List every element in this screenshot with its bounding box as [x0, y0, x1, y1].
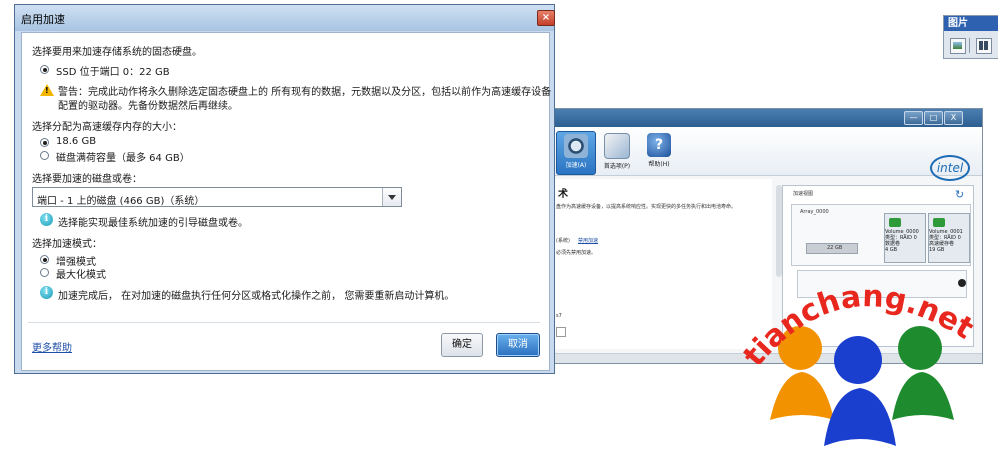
- disk-select-label: 选择要加速的磁盘或卷：: [32, 174, 142, 185]
- rst-titlebar: — □ X: [554, 109, 982, 127]
- rst-toolbar: 加速(A) 首选项(P) ? 帮助(H) intel: [554, 127, 982, 181]
- toolbar-accelerate-button[interactable]: 加速(A): [556, 131, 596, 175]
- maximize-button[interactable]: □: [924, 111, 943, 125]
- cache-size-radio-2[interactable]: [40, 151, 49, 160]
- minimize-button[interactable]: —: [904, 111, 923, 125]
- info-icon: i: [40, 286, 53, 299]
- footer-divider: [28, 322, 540, 323]
- rst-link-note: 必须先禁用加速。: [556, 250, 597, 256]
- warning-text-line1: 警告：完成此动作将永久删除选定固态硬盘上的 所有现有的数据，元数据以及分区，包括…: [58, 87, 552, 98]
- array-box: Array_0000 22 GB Volume_0000 类型：RAID 0 数…: [791, 204, 971, 266]
- dialog-close-button[interactable]: ×: [537, 10, 555, 26]
- warning-text-line2: 配置的驱动器。先备份数据然后再继续。: [58, 101, 238, 112]
- tianchang-logo: tianchang.net: [740, 279, 979, 446]
- refresh-icon[interactable]: ↻: [955, 188, 964, 201]
- volume-0001[interactable]: Volume_0001 类型：RAID 0 高速缓存卷 19 GB: [928, 213, 970, 263]
- chevron-down-icon[interactable]: [382, 188, 401, 206]
- disk-select-dropdown[interactable]: 端口 - 1 上的磁盘 (466 GB)（系统）: [32, 187, 402, 207]
- toolbar-help-label: 帮助(H): [648, 161, 670, 168]
- rst-link-prefix: (系统): [556, 238, 570, 244]
- volume-check-icon: [889, 218, 901, 227]
- toolbar-accelerate-label: 加速(A): [565, 162, 587, 169]
- mode-option-maximized: 最大化模式: [56, 270, 106, 281]
- picture-toolbar-title: 图片: [944, 16, 998, 31]
- ssd-section-label: 选择要用来加速存储系统的固态硬盘。: [32, 47, 202, 58]
- mode-label: 选择加速模式：: [32, 239, 102, 250]
- preferences-icon: [604, 133, 630, 159]
- volume-check-icon: [933, 218, 945, 227]
- rst-checkbox[interactable]: [556, 327, 566, 337]
- accelerate-icon: [564, 134, 588, 158]
- intel-logo: intel: [930, 155, 970, 181]
- array-label: Array_0000: [800, 209, 829, 215]
- help-icon: ?: [647, 133, 671, 157]
- volume-size: 4 GB: [885, 247, 898, 253]
- cache-size-radio-1[interactable]: [40, 138, 49, 147]
- toolbar-preferences-label: 首选项(P): [603, 163, 631, 170]
- panel-title: 加速视图: [793, 191, 814, 197]
- ssd-disk[interactable]: 22 GB: [806, 243, 858, 254]
- dialog-titlebar: 启用加速 ×: [15, 5, 555, 31]
- disk-hint: 选择能实现最佳系统加速的引导磁盘或卷。: [58, 218, 248, 229]
- toolbar-divider: [969, 38, 970, 53]
- cache-size-option-1: 18.6 GB: [56, 136, 97, 147]
- logo-figures: [770, 326, 954, 446]
- rst-fragment: s7: [556, 313, 562, 319]
- ssd-option-label: SSD 位于端口 0：22 GB: [56, 67, 170, 78]
- toolbar-preferences-button[interactable]: 首选项(P): [598, 131, 636, 173]
- ssd-radio[interactable]: [40, 65, 49, 74]
- dialog-title: 启用加速: [21, 13, 65, 26]
- cache-size-label: 选择分配为高速缓存内存的大小：: [32, 122, 182, 133]
- volume-size: 19 GB: [929, 247, 945, 253]
- picture-layout-icon[interactable]: [976, 38, 992, 54]
- ssd-disk-size: 22 GB: [827, 245, 843, 251]
- ok-button[interactable]: 确定: [441, 333, 483, 357]
- mode-radio-enhanced[interactable]: [40, 255, 49, 264]
- toolbar-help-button[interactable]: ? 帮助(H): [640, 131, 678, 173]
- restart-note: 加速完成后， 在对加速的磁盘执行任何分区或格式化操作之前， 您需要重新启动计算机…: [58, 291, 455, 302]
- mode-radio-maximized[interactable]: [40, 268, 49, 277]
- disable-acceleration-link[interactable]: 禁用加速: [578, 237, 598, 244]
- rst-description: 盘作为高速缓存设备，以提高系统响应性。实现更快的多任务执行和出电池寿命。: [556, 204, 737, 210]
- rst-heading: 术: [558, 189, 568, 200]
- cache-size-option-2: 磁盘满荷容量（最多 64 GB）: [56, 153, 190, 164]
- cancel-button[interactable]: 取消: [496, 333, 540, 357]
- enable-acceleration-dialog: 启用加速 × 选择要用来加速存储系统的固态硬盘。 SSD 位于端口 0：22 G…: [14, 4, 555, 374]
- more-help-link[interactable]: 更多帮助: [32, 339, 72, 354]
- dialog-body: 选择要用来加速存储系统的固态硬盘。 SSD 位于端口 0：22 GB ! 警告：…: [21, 32, 552, 371]
- disk-select-value: 端口 - 1 上的磁盘 (466 GB)（系统）: [37, 196, 205, 207]
- warning-icon: !: [40, 84, 54, 96]
- insert-picture-icon[interactable]: [950, 38, 966, 54]
- close-button[interactable]: X: [944, 111, 963, 125]
- info-icon: i: [40, 213, 53, 226]
- volume-0000[interactable]: Volume_0000 类型：RAID 0 数据卷 4 GB: [884, 213, 926, 263]
- picture-toolbar: 图片: [943, 15, 998, 59]
